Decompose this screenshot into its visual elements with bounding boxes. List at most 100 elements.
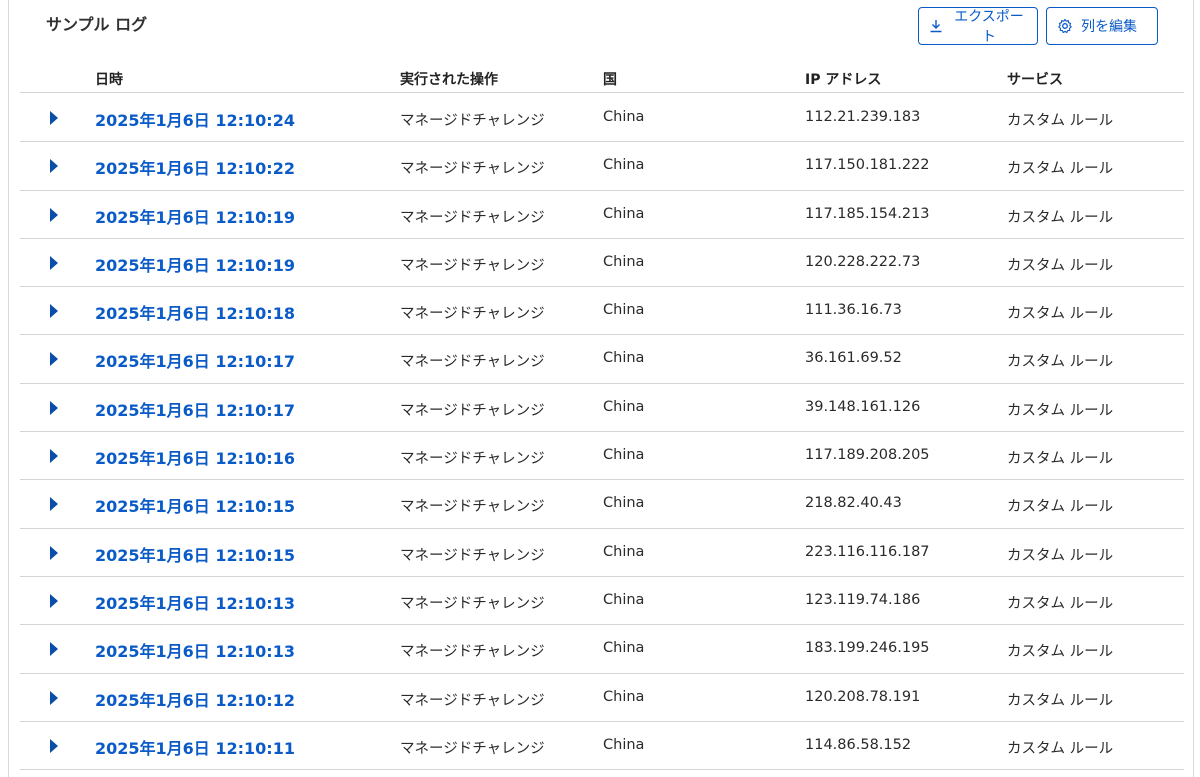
datetime-link[interactable]: 2025年1月6日 12:10:17 (95, 397, 295, 421)
datetime-link[interactable]: 2025年1月6日 12:10:18 (95, 300, 295, 324)
ip-cell: 117.185.154.213 (805, 205, 930, 222)
table-header: 日時 実行された操作 国 IP アドレス サービス (20, 60, 1184, 93)
ip-cell: 223.116.116.187 (805, 543, 930, 560)
expand-caret-icon[interactable] (50, 111, 58, 125)
download-icon (929, 19, 943, 33)
service-cell: カスタム ルール (1007, 547, 1114, 564)
service-cell: カスタム ルール (1007, 354, 1114, 371)
action-cell: マネージドチャレンジ (400, 402, 545, 419)
country-cell: China (603, 350, 645, 367)
ip-cell: 36.161.69.52 (805, 350, 902, 367)
service-cell: カスタム ルール (1007, 499, 1114, 516)
table-row[interactable]: 2025年1月6日 12:10:18 マネージドチャレンジ China 111.36.… (20, 287, 1184, 336)
table-row[interactable]: 2025年1月6日 12:10:17 マネージドチャレンジ China 36.161.… (20, 335, 1184, 384)
expand-caret-icon[interactable] (50, 159, 58, 174)
table-row[interactable]: 2025年1月6日 12:10:16 マネージドチャレンジ China 117.189… (20, 432, 1184, 481)
export-label: エクスポート (954, 8, 1024, 44)
service-cell: カスタム ルール (1007, 644, 1114, 661)
country-cell: China (603, 640, 645, 657)
datetime-link[interactable]: 2025年1月6日 12:10:13 (95, 590, 295, 614)
table-row[interactable]: 2025年1月6日 12:10:22 マネージドチャレンジ China 117.150… (20, 142, 1184, 191)
service-cell: カスタム ルール (1007, 257, 1114, 274)
country-cell: China (603, 447, 645, 464)
datetime-link[interactable]: 2025年1月6日 12:10:19 (95, 252, 295, 276)
datetime-link[interactable]: 2025年1月6日 12:10:19 (95, 204, 295, 228)
service-cell: カスタム ルール (1007, 692, 1114, 709)
ip-cell: 218.82.40.43 (805, 495, 902, 512)
action-cell: マネージドチャレンジ (400, 354, 545, 371)
table-row[interactable]: 2025年1月6日 12:10:12 マネージドチャレンジ China 120.208… (20, 674, 1184, 722)
expand-caret-icon[interactable] (50, 642, 58, 657)
country-cell: China (603, 205, 645, 222)
service-cell: カスタム ルール (1007, 306, 1114, 323)
expand-caret-icon[interactable] (50, 690, 58, 705)
panel-title: サンプル ログ (46, 15, 148, 34)
gear-icon (1057, 18, 1073, 34)
ip-cell: 183.199.246.195 (805, 640, 930, 657)
expand-caret-icon[interactable] (50, 738, 58, 753)
action-cell: マネージドチャレンジ (400, 740, 545, 757)
table-row[interactable]: 2025年1月6日 12:10:15 マネージドチャレンジ China 218.82.… (20, 480, 1184, 529)
datetime-link[interactable]: 2025年1月6日 12:10:12 (95, 687, 295, 711)
service-cell: カスタム ルール (1007, 113, 1114, 129)
expand-caret-icon[interactable] (50, 497, 58, 512)
expand-caret-icon[interactable] (50, 304, 58, 319)
action-cell: マネージドチャレンジ (400, 692, 545, 709)
service-cell: カスタム ルール (1007, 209, 1114, 226)
export-button[interactable]: エクスポート (918, 7, 1038, 45)
action-cell: マネージドチャレンジ (400, 644, 545, 661)
expand-caret-icon[interactable] (50, 207, 58, 222)
action-cell: マネージドチャレンジ (400, 451, 545, 468)
country-cell: China (603, 591, 645, 608)
ip-cell: 39.148.161.126 (805, 398, 921, 415)
table-row[interactable]: 2025年1月6日 12:10:19 マネージドチャレンジ China 117.185… (20, 191, 1184, 239)
ip-cell: 120.228.222.73 (805, 253, 921, 270)
country-cell: China (603, 157, 645, 174)
action-cell: マネージドチャレンジ (400, 595, 545, 612)
country-cell: China (603, 109, 645, 125)
table-row[interactable]: 2025年1月6日 12:10:17 マネージドチャレンジ China 39.148.… (20, 384, 1184, 433)
ip-cell: 117.150.181.222 (805, 157, 930, 174)
edit-columns-label: 列を編集 (1081, 18, 1137, 34)
action-cell: マネージドチャレンジ (400, 209, 545, 226)
country-cell: China (603, 543, 645, 560)
expand-caret-icon[interactable] (50, 593, 58, 608)
expand-caret-icon[interactable] (50, 545, 58, 560)
table-row[interactable]: 2025年1月6日 12:10:13 マネージドチャレンジ China 183.199… (20, 625, 1184, 674)
log-table-body: 2025年1月6日 12:10:24 マネージドチャレンジ China 112.21.… (20, 94, 1184, 771)
table-row[interactable]: 2025年1月6日 12:10:19 マネージドチャレンジ China 120.228… (20, 239, 1184, 288)
country-cell: China (603, 253, 645, 270)
country-cell: China (603, 302, 645, 319)
country-cell: China (603, 736, 645, 753)
ip-cell: 114.86.58.152 (805, 736, 912, 753)
ip-cell: 112.21.239.183 (805, 109, 921, 125)
datetime-link[interactable]: 2025年1月6日 12:10:24 (95, 107, 295, 131)
column-header-datetime: 日時 (95, 72, 123, 88)
expand-caret-icon[interactable] (50, 400, 58, 415)
table-row[interactable]: 2025年1月6日 12:10:11 マネージドチャレンジ China 114.86.… (20, 722, 1184, 771)
expand-caret-icon[interactable] (50, 449, 58, 464)
service-cell: カスタム ルール (1007, 451, 1114, 468)
datetime-link[interactable]: 2025年1月6日 12:10:17 (95, 348, 295, 372)
edit-columns-button[interactable]: 列を編集 (1046, 7, 1158, 45)
datetime-link[interactable]: 2025年1月6日 12:10:11 (95, 735, 295, 759)
table-row[interactable]: 2025年1月6日 12:10:24 マネージドチャレンジ China 112.21.… (20, 94, 1184, 143)
table-row[interactable]: 2025年1月6日 12:10:13 マネージドチャレンジ China 123.119… (20, 577, 1184, 626)
table-row[interactable]: 2025年1月6日 12:10:15 マネージドチャレンジ China 223.116… (20, 529, 1184, 577)
datetime-link[interactable]: 2025年1月6日 12:10:22 (95, 155, 295, 179)
column-header-ip: IP アドレス (805, 72, 882, 88)
expand-caret-icon[interactable] (50, 352, 58, 367)
country-cell: China (603, 398, 645, 415)
action-cell: マネージドチャレンジ (400, 499, 545, 516)
service-cell: カスタム ルール (1007, 740, 1114, 757)
country-cell: China (603, 688, 645, 705)
action-cell: マネージドチャレンジ (400, 547, 545, 564)
country-cell: China (603, 495, 645, 512)
column-header-action: 実行された操作 (400, 72, 498, 88)
datetime-link[interactable]: 2025年1月6日 12:10:15 (95, 493, 295, 517)
datetime-link[interactable]: 2025年1月6日 12:10:13 (95, 638, 295, 662)
ip-cell: 117.189.208.205 (805, 447, 930, 464)
expand-caret-icon[interactable] (50, 255, 58, 270)
datetime-link[interactable]: 2025年1月6日 12:10:16 (95, 445, 295, 469)
datetime-link[interactable]: 2025年1月6日 12:10:15 (95, 542, 295, 566)
